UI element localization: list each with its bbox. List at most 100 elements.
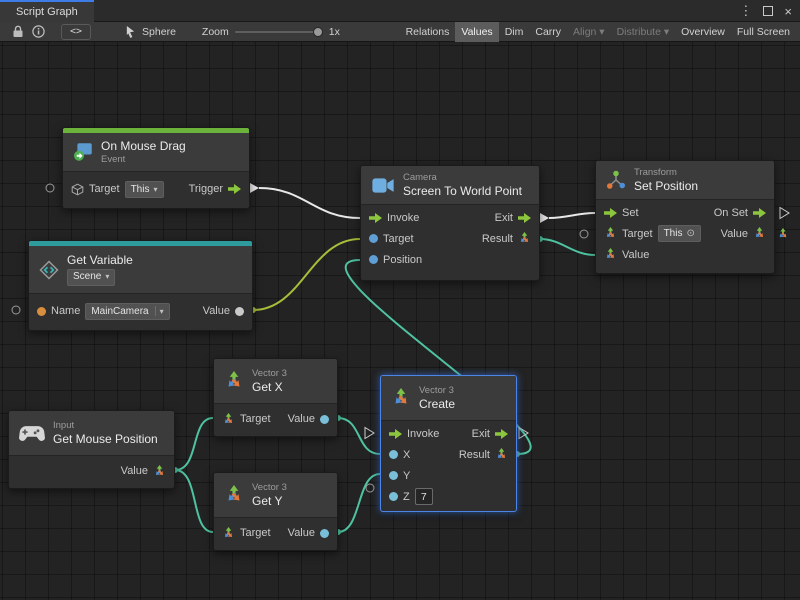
name-port-label: Name (51, 305, 80, 317)
name-string-port[interactable] (37, 307, 46, 316)
y-port[interactable] (389, 471, 398, 480)
value-out-vector3-port-icon[interactable] (753, 227, 766, 240)
overview-button[interactable]: Overview (675, 22, 731, 42)
node-get-variable[interactable]: Get Variable Scene ▾ Name MainCamera ▾ V… (28, 240, 253, 331)
variable-scope-dropdown[interactable]: Scene ▾ (67, 269, 115, 286)
node-category: Vector 3 (419, 385, 455, 396)
z-port[interactable] (389, 492, 398, 501)
target-this-dropdown[interactable]: This ▾ (125, 181, 164, 198)
target-this-field[interactable]: This ⊙ (658, 225, 701, 242)
zoom-slider-handle[interactable] (313, 27, 323, 37)
tab-script-graph[interactable]: Script Graph (0, 0, 94, 22)
vector3-icon (224, 371, 244, 391)
result-port-label: Result (459, 449, 490, 461)
gameobject-port-icon[interactable] (71, 183, 84, 196)
align-button[interactable]: Align ▾ (567, 22, 611, 42)
exit-flow-port-icon[interactable] (518, 213, 531, 223)
set-port-label: Set (622, 207, 639, 219)
camera-icon (371, 177, 395, 194)
values-button[interactable]: Values (455, 22, 498, 42)
transform-icon (606, 170, 626, 190)
close-icon[interactable]: × (784, 4, 792, 19)
node-set-position[interactable]: Transform Set Position Set On Set Target… (595, 160, 775, 274)
node-get-x[interactable]: Vector 3 Get X Target Value (213, 358, 338, 437)
value-float-port[interactable] (320, 415, 329, 424)
node-get-mouse-position[interactable]: Input Get Mouse Position Value (8, 410, 175, 489)
node-screen-to-world-point[interactable]: Camera Screen To World Point Invoke Exit… (360, 165, 540, 281)
distribute-button[interactable]: Distribute ▾ (611, 22, 676, 42)
zoom-label: Zoom (202, 26, 229, 38)
value-port-label: Value (203, 305, 230, 317)
target-vector3-port-icon[interactable] (222, 413, 235, 426)
target-port-label: Target (383, 233, 414, 245)
x-port[interactable] (389, 450, 398, 459)
exit-flow-port-icon[interactable] (495, 429, 508, 439)
z-value-input[interactable]: 7 (415, 488, 433, 505)
target-vector3-port-icon[interactable] (222, 527, 235, 540)
node-title: Create (419, 397, 455, 411)
target-port-label: Target (89, 183, 120, 195)
target-this-value: This (131, 184, 150, 195)
target-port-label: Target (622, 228, 653, 240)
pointer-icon (125, 25, 136, 38)
zoom-slider[interactable] (235, 31, 323, 33)
vector3-icon (391, 388, 411, 408)
gamepad-icon (19, 425, 45, 442)
position-port[interactable] (369, 255, 378, 264)
target-port-label: Target (240, 527, 271, 539)
node-category: Vector 3 (252, 482, 287, 493)
maximize-icon[interactable] (763, 6, 773, 16)
target-port[interactable] (369, 234, 378, 243)
node-category: Vector 3 (252, 368, 287, 379)
result-vector3-port-icon[interactable] (518, 232, 531, 245)
code-view-button[interactable]: <> (61, 24, 91, 40)
node-subtitle: Event (101, 154, 186, 165)
unity-visual-scripting-window: Script Graph ⋮ × <> Sphere Zoom 1x Relat… (0, 0, 800, 600)
node-title: Set Position (634, 179, 698, 193)
on-set-port-label: On Set (714, 207, 748, 219)
variable-name-value: MainCamera (91, 306, 148, 317)
target-vector3-port-icon[interactable] (604, 227, 617, 240)
scope-value: Scene (73, 271, 101, 283)
value-in-vector3-port-icon[interactable] (604, 248, 617, 261)
invoke-port-label: Invoke (387, 212, 419, 224)
node-vector3-create[interactable]: Vector 3 Create Invoke Exit X Result (380, 375, 517, 512)
object-picker-icon[interactable]: ⊙ (686, 228, 694, 239)
value-vector3-port-icon[interactable] (153, 465, 166, 478)
target-port-label: Target (240, 413, 271, 425)
node-on-mouse-drag[interactable]: On Mouse Drag Event Target This ▾ Trigge… (62, 127, 250, 209)
trigger-port-label: Trigger (189, 183, 223, 195)
node-title: On Mouse Drag (101, 139, 186, 153)
relations-button[interactable]: Relations (400, 22, 456, 42)
value-port-label: Value (121, 465, 148, 477)
value-float-port[interactable] (320, 529, 329, 538)
fullscreen-button[interactable]: Full Screen (731, 22, 796, 42)
lock-icon[interactable] (12, 25, 24, 38)
target-this-value: This (664, 228, 683, 239)
set-flow-port-icon[interactable] (604, 208, 617, 218)
dim-button[interactable]: Dim (499, 22, 530, 42)
graph-owner-label: Sphere (142, 26, 176, 38)
node-title: Get X (252, 380, 287, 394)
result-vector3-port-icon[interactable] (495, 448, 508, 461)
mouse-drag-event-icon (73, 142, 93, 162)
result-port-label: Result (482, 233, 513, 245)
trigger-flow-port-icon[interactable] (228, 184, 241, 194)
node-title: Get Variable (67, 253, 133, 267)
exit-port-label: Exit (472, 428, 490, 440)
kebab-menu-icon[interactable]: ⋮ (739, 3, 752, 19)
vector3-icon (224, 485, 244, 505)
value-object-port[interactable] (235, 307, 244, 316)
node-category: Transform (634, 167, 698, 178)
node-title: Get Mouse Position (53, 432, 158, 446)
y-port-label: Y (403, 470, 410, 482)
invoke-flow-port-icon[interactable] (369, 213, 382, 223)
invoke-flow-port-icon[interactable] (389, 429, 402, 439)
variable-name-dropdown[interactable]: MainCamera ▾ (85, 303, 169, 320)
node-get-y[interactable]: Vector 3 Get Y Target Value (213, 472, 338, 551)
value-out-port-label: Value (721, 228, 748, 240)
node-category: Camera (403, 172, 522, 183)
on-set-flow-port-icon[interactable] (753, 208, 766, 218)
info-icon[interactable] (32, 25, 45, 38)
carry-button[interactable]: Carry (529, 22, 567, 42)
